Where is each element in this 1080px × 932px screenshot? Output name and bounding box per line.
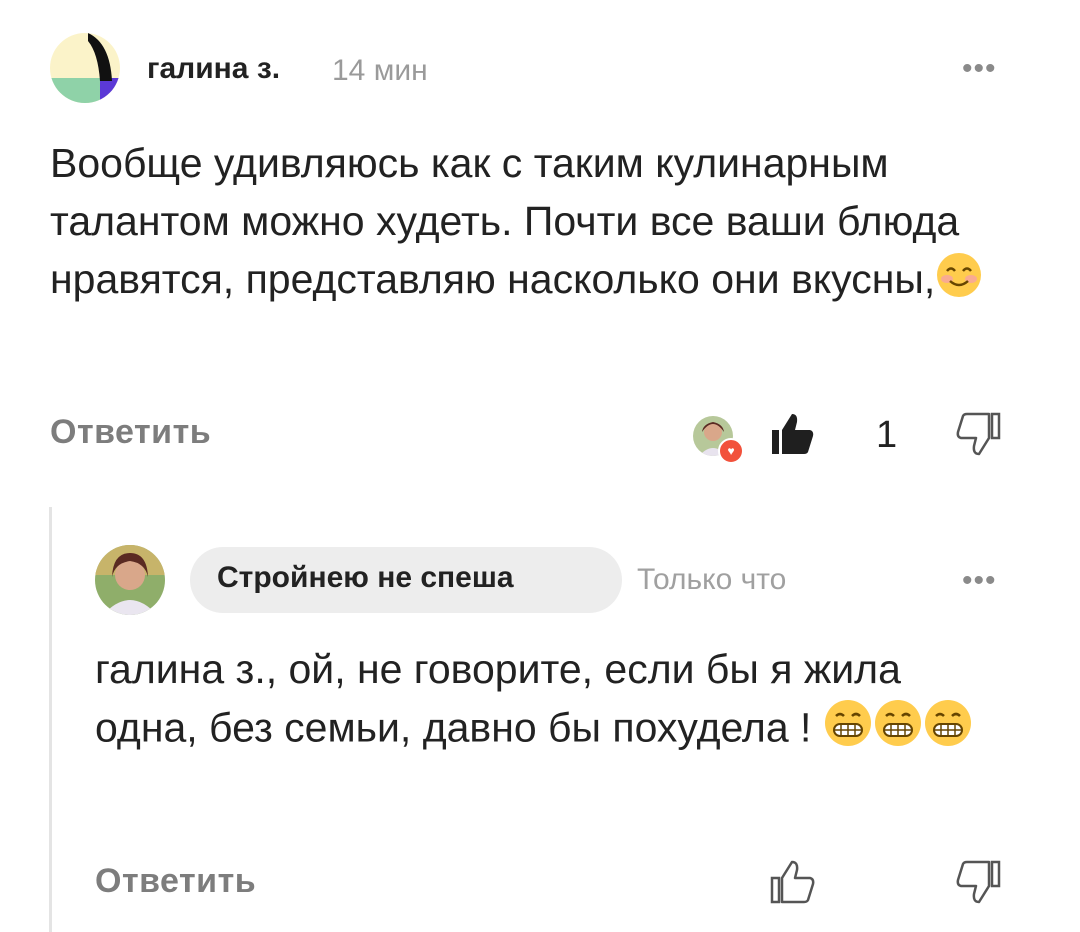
reply-button[interactable]: Ответить (95, 862, 256, 901)
smiling-face-icon (935, 251, 983, 314)
comment-body: Вообще удивляюсь как с таким кулинарным … (50, 140, 960, 302)
comment-time: 14 мин (332, 54, 428, 87)
thumbs-down-icon (956, 412, 1001, 456)
thumbs-down-icon (956, 860, 1001, 904)
like-button[interactable] (768, 858, 816, 906)
more-options-button[interactable]: ••• (962, 52, 997, 86)
avatar-image (50, 33, 120, 103)
dislike-button[interactable] (955, 858, 1003, 906)
avatar-image (95, 545, 165, 615)
thumbs-up-icon (770, 860, 815, 904)
reply-author-name[interactable]: Стройнею не спеша (217, 561, 514, 595)
reply-text: галина з., ой, не говорите, если бы я жи… (95, 640, 1005, 763)
like-button[interactable] (768, 410, 816, 458)
reply-button[interactable]: Ответить (50, 413, 211, 452)
reply-author-avatar[interactable] (95, 545, 165, 615)
heart-icon: ♥ (718, 438, 744, 464)
grinning-face-icon (873, 698, 923, 763)
like-count: 1 (876, 414, 898, 456)
reply-more-options-button[interactable]: ••• (962, 564, 997, 598)
thread-line (49, 507, 52, 932)
author-avatar[interactable] (50, 33, 120, 103)
author-name[interactable]: галина з. (147, 52, 280, 86)
reply-body: галина з., ой, не говорите, если бы я жи… (95, 646, 901, 751)
grinning-face-icon (923, 698, 973, 763)
comment-text: Вообще удивляюсь как с таким кулинарным … (50, 134, 1010, 314)
grinning-face-icon (823, 698, 873, 763)
dislike-button[interactable] (955, 410, 1003, 458)
thumbs-up-icon (772, 414, 814, 454)
reply-time: Только что (637, 563, 787, 596)
